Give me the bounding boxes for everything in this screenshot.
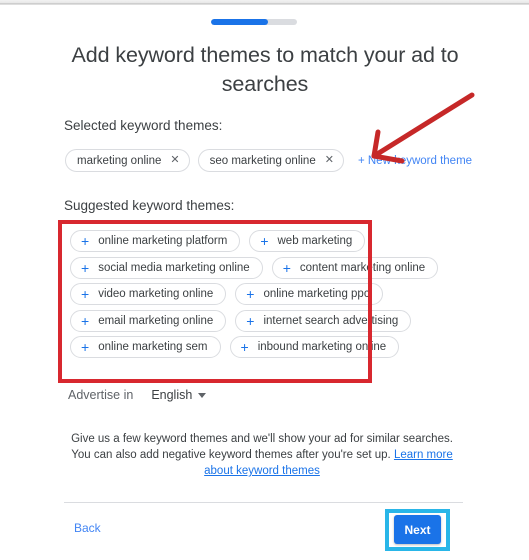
- advertise-in-row: Advertise in English: [68, 388, 207, 402]
- setup-progress-bar: [211, 19, 297, 25]
- close-icon[interactable]: ✕: [170, 155, 179, 166]
- selected-themes-label: Selected keyword themes:: [64, 118, 223, 133]
- footer-divider: [64, 502, 463, 503]
- new-keyword-theme-link[interactable]: + New keyword theme: [358, 155, 472, 167]
- selected-chip[interactable]: seo marketing online ✕: [197, 149, 344, 172]
- back-link[interactable]: Back: [74, 521, 101, 535]
- selected-chip[interactable]: marketing online ✕: [65, 149, 190, 172]
- keyword-themes-page: Add keyword themes to match your ad to s…: [0, 0, 529, 560]
- close-icon[interactable]: ✕: [325, 155, 334, 166]
- suggested-themes-highlight-box: [58, 220, 372, 383]
- page-title: Add keyword themes to match your ad to s…: [71, 43, 459, 96]
- progress-fill: [211, 19, 268, 25]
- selected-chip-label: marketing online: [77, 154, 162, 167]
- chevron-down-icon: [198, 392, 207, 398]
- advertise-in-label: Advertise in: [68, 388, 134, 402]
- next-button[interactable]: Next: [394, 515, 441, 544]
- helper-text: Give us a few keyword themes and we'll s…: [62, 431, 462, 479]
- selected-themes-row: marketing online ✕ seo marketing online …: [65, 149, 472, 172]
- suggested-themes-label: Suggested keyword themes:: [64, 198, 235, 213]
- browser-chrome-strip: [0, 0, 529, 5]
- language-select-value: English: [151, 388, 193, 402]
- selected-chip-label: seo marketing online: [209, 154, 316, 167]
- language-select[interactable]: English: [151, 388, 207, 402]
